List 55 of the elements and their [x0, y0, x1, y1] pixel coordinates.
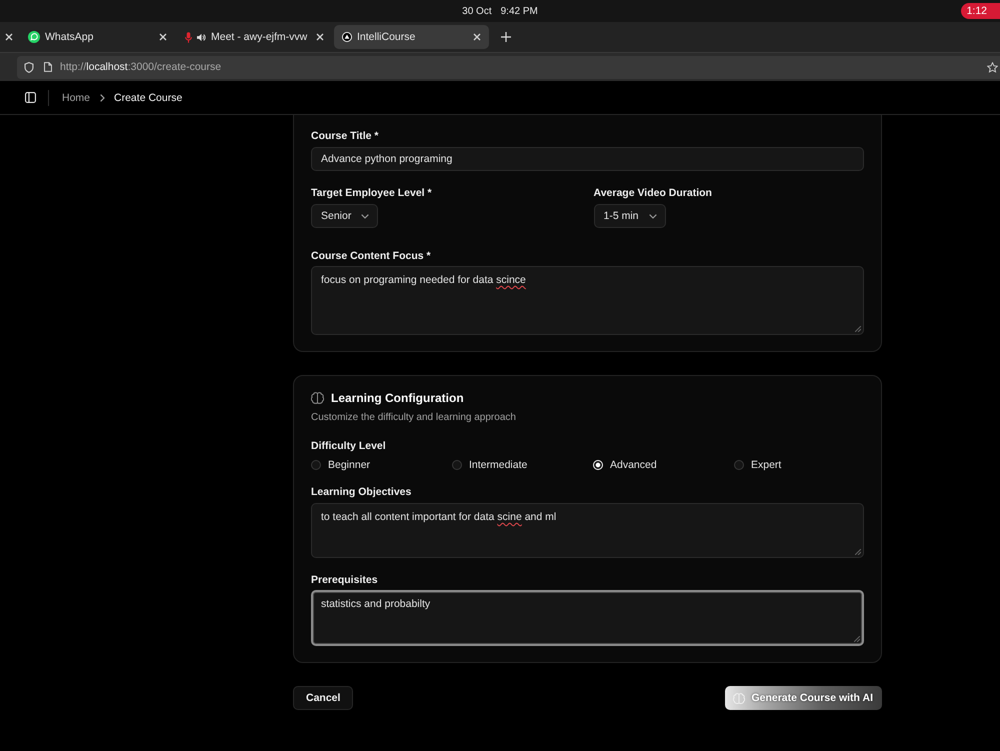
browser-tab[interactable]: WhatsApp	[20, 25, 175, 49]
field-label: Target Employee Level *	[311, 187, 432, 200]
browser-tab[interactable]: Meet - awy-ejfm-vvw	[177, 25, 332, 49]
field-label: Learning Objectives	[311, 486, 412, 499]
radio-button[interactable]	[452, 460, 462, 470]
field-label: Difficulty Level	[311, 440, 386, 453]
page-icon[interactable]	[44, 62, 52, 72]
field-label: Course Title *	[311, 130, 378, 143]
breadcrumb-link[interactable]: Home	[62, 92, 90, 104]
misspelled-word: scine	[497, 511, 522, 523]
difficulty-option[interactable]: Expert	[734, 458, 782, 472]
brain-icon	[733, 692, 746, 704]
resize-grip-icon[interactable]	[855, 326, 861, 332]
speaker-icon[interactable]	[197, 32, 206, 42]
cancel-button[interactable]: Cancel	[293, 686, 354, 710]
breadcrumb-current: Create Course	[114, 92, 182, 104]
text-area[interactable]: statistics and probabilty	[311, 590, 864, 646]
radio-button[interactable]	[734, 460, 744, 470]
resize-grip-icon[interactable]	[855, 549, 861, 555]
text-input[interactable]: Advance python programing	[311, 147, 864, 171]
address-bar[interactable]: http://localhost:3000/create-course	[17, 56, 1000, 78]
shield-icon[interactable]	[24, 62, 34, 72]
close-icon[interactable]	[316, 33, 324, 41]
close-icon[interactable]	[5, 33, 13, 41]
text-area[interactable]: to teach all content important for data scine and ml	[311, 503, 864, 558]
star-icon[interactable]	[987, 62, 998, 72]
chat-bubble-icon	[28, 31, 40, 43]
browser-tab[interactable]: IntelliCourse	[334, 25, 489, 49]
chevron-right-icon	[100, 94, 106, 102]
dropdown[interactable]: 1-5 min	[594, 204, 666, 228]
generate-course-button[interactable]: Generate Course with AI	[725, 686, 882, 710]
close-icon[interactable]	[159, 33, 167, 41]
difficulty-option[interactable]: Advanced	[593, 458, 657, 472]
resize-grip-icon[interactable]	[854, 636, 860, 642]
sidebar-toggle-icon[interactable]	[25, 92, 36, 103]
difficulty-option[interactable]: Intermediate	[452, 458, 528, 472]
chevron-down-icon	[361, 214, 370, 218]
difficulty-option[interactable]: Beginner	[311, 458, 370, 472]
field-label: Average Video Duration	[594, 187, 712, 200]
card-title: Learning Configuration	[331, 391, 464, 405]
timer-badge[interactable]: 1:12	[960, 3, 1000, 19]
plus-icon[interactable]	[501, 32, 511, 42]
field-label: Prerequisites	[311, 574, 378, 587]
close-icon[interactable]	[473, 33, 481, 41]
radio-button[interactable]	[311, 460, 321, 470]
chevron-down-icon	[648, 214, 657, 218]
card-subtitle: Customize the difficulty and learning approach	[311, 411, 516, 424]
triangle-logo-icon	[342, 32, 352, 42]
field-label: Course Content Focus *	[311, 250, 431, 263]
text-area[interactable]: focus on programing needed for data scince	[311, 266, 864, 335]
brain-icon	[311, 392, 324, 404]
time-text: 9:42 PM	[500, 6, 538, 16]
dropdown[interactable]: Senior	[311, 204, 378, 228]
misspelled-word: scince	[496, 274, 526, 286]
date-text: 30 Oct	[462, 6, 492, 16]
